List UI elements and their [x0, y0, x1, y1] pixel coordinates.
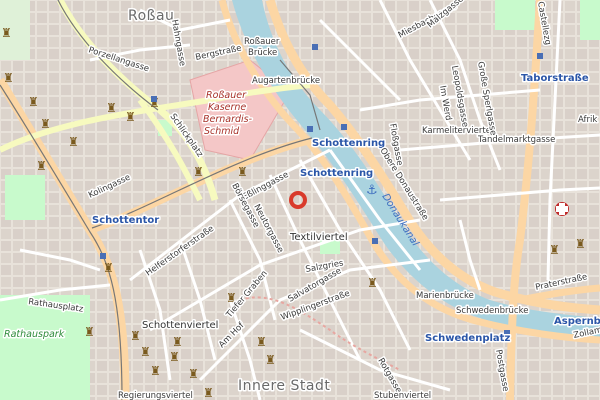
castle-icon[interactable]: ♜: [40, 117, 51, 131]
street-label: Afrik: [578, 115, 597, 125]
castle-icon[interactable]: ♜: [1, 26, 12, 40]
street-label: Brücke: [248, 48, 277, 58]
castle-icon[interactable]: ♜: [193, 165, 204, 179]
castle-icon[interactable]: ♜: [549, 243, 560, 257]
green-area: [580, 0, 600, 40]
district-label-innere-stadt: Innere Stadt: [238, 378, 330, 394]
station-label-schottenring-2[interactable]: Schottenring: [299, 167, 375, 181]
station-label-schottentor[interactable]: Schottentor: [91, 214, 161, 228]
castle-icon[interactable]: ♜: [125, 110, 136, 124]
station-label-taborstrasse[interactable]: Taborstraße: [520, 72, 591, 86]
castle-icon[interactable]: ♜: [68, 135, 79, 149]
castle-icon[interactable]: ♜: [3, 71, 14, 85]
street-label: Stubenviertel: [374, 391, 431, 400]
svg-text:Bernardis-: Bernardis-: [203, 114, 253, 125]
castle-icon[interactable]: ♜: [106, 101, 117, 115]
park-label-rathauspark: Rathauspark: [4, 329, 65, 340]
street-label: Roßauer: [244, 37, 280, 47]
street-label: Tandelmarktgasse: [477, 135, 555, 145]
street-label: Marienbrücke: [416, 291, 474, 301]
green-area: [495, 0, 535, 30]
castle-icon[interactable]: ♜: [28, 95, 39, 109]
castle-icon[interactable]: ♜: [172, 335, 183, 349]
castle-icon[interactable]: ♜: [367, 276, 378, 290]
station-label-schwedenplatz[interactable]: Schwedenplatz: [424, 332, 512, 346]
district-label-rossau: Roßau: [128, 8, 174, 24]
district-label-textilviertel: Textilviertel: [289, 232, 348, 243]
castle-icon[interactable]: ♜: [84, 325, 95, 339]
svg-text:Roßauer: Roßauer: [206, 90, 247, 101]
castle-icon[interactable]: ♜: [265, 353, 276, 367]
map-canvas[interactable]: ⚓ ♜ ♜ ♜ ♜ ♜ ♜ ♜ ♜ ♜ ♜ ♜ ♜ ♜ ♜ ♜ ♜ ♜ ♜ ♜ …: [0, 0, 600, 400]
park-area: [5, 175, 45, 220]
svg-text:Schmid: Schmid: [204, 126, 240, 137]
castle-icon[interactable]: ♜: [169, 350, 180, 364]
street-label: Regierungsviertel: [118, 391, 193, 400]
map-viewport[interactable]: ⚓ ♜ ♜ ♜ ♜ ♜ ♜ ♜ ♜ ♜ ♜ ♜ ♜ ♜ ♜ ♜ ♜ ♜ ♜ ♜ …: [0, 0, 600, 400]
castle-icon[interactable]: ♜: [237, 165, 248, 179]
castle-icon[interactable]: ♜: [575, 237, 586, 251]
castle-icon[interactable]: ♜: [140, 345, 151, 359]
anchor-icon: ⚓: [366, 183, 378, 198]
district-label-schottenviertel: Schottenviertel: [142, 320, 218, 331]
castle-icon[interactable]: ♜: [188, 367, 199, 381]
station-label-schottenring[interactable]: Schottenring: [311, 137, 387, 151]
street-label: Augartenbrücke: [252, 76, 320, 86]
castle-icon[interactable]: ♜: [150, 364, 161, 378]
castle-icon[interactable]: ♜: [256, 335, 267, 349]
castle-icon[interactable]: ♜: [103, 261, 114, 275]
street-label: Schwedenbrücke: [456, 306, 528, 316]
svg-text:Kaserne: Kaserne: [208, 102, 246, 113]
castle-icon[interactable]: ♜: [36, 159, 47, 173]
castle-icon[interactable]: ♜: [130, 329, 141, 343]
hospital-icon[interactable]: [555, 202, 569, 216]
street-label: Aspernbr: [554, 316, 600, 327]
castle-icon[interactable]: ♜: [203, 386, 214, 400]
svg-text:⚓: ⚓: [366, 183, 378, 198]
